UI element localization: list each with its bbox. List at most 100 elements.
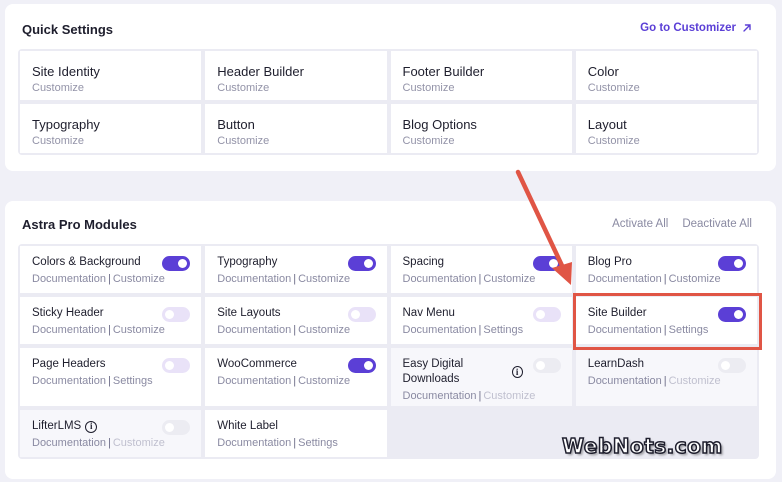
documentation-link[interactable]: Documentation	[588, 375, 662, 387]
quick-setting-button[interactable]: Button Customize	[205, 104, 387, 153]
pro-modules-grid: Colors & Background Documentation | Custom…	[18, 244, 759, 459]
module-toggle[interactable]	[532, 307, 561, 322]
module-title: Typography	[217, 256, 278, 268]
deactivate-all-button[interactable]: Deactivate All	[682, 218, 752, 230]
external-arrow-icon	[743, 24, 751, 32]
module-title: Site Layouts	[217, 307, 281, 319]
info-icon[interactable]: i	[511, 366, 523, 378]
quick-setting-site-identity[interactable]: Site Identity Customize	[20, 51, 202, 100]
customize-link[interactable]: Customize	[113, 324, 165, 336]
quick-setting-blog-options[interactable]: Blog Options Customize	[390, 104, 572, 153]
customize-link[interactable]: Customize	[298, 375, 350, 387]
module-toggle[interactable]	[718, 307, 746, 322]
quick-setting-typography[interactable]: Typography Customize	[20, 104, 202, 153]
link-separator: |	[108, 273, 111, 285]
toggle-knob	[548, 259, 558, 268]
quick-setting-title: Layout	[587, 117, 627, 132]
documentation-link[interactable]: Documentation	[217, 375, 291, 387]
pro-modules-title: Astra Pro Modules	[22, 217, 137, 232]
module-title-text: LifterLMS	[32, 420, 82, 432]
module-white-label: White Label Documentation | Settings	[205, 410, 387, 457]
module-blog-pro: Blog Pro Documentation | Customize	[575, 246, 757, 293]
quick-settings-title: Quick Settings	[22, 22, 114, 37]
customize-link: Customize	[668, 375, 721, 387]
customize-link[interactable]: Customize	[298, 324, 350, 336]
settings-link[interactable]: Settings	[298, 437, 338, 449]
documentation-link[interactable]: Documentation	[588, 324, 662, 336]
module-toggle[interactable]	[718, 256, 746, 271]
activate-all-button[interactable]: Activate All	[612, 218, 668, 230]
quick-setting-color[interactable]: Color Customize	[575, 51, 757, 100]
documentation-link[interactable]: Documentation	[32, 273, 106, 285]
quick-setting-customize: Customize	[587, 135, 640, 147]
toggle-knob	[165, 310, 175, 319]
quick-setting-customize: Customize	[217, 135, 270, 147]
go-to-customizer-link[interactable]: Go to Customizer	[640, 22, 752, 34]
documentation-link[interactable]: Documentation	[217, 324, 291, 336]
quick-settings-panel: Quick Settings Go to Customizer Site Ide…	[5, 4, 776, 171]
quick-setting-customize: Customize	[32, 135, 84, 147]
module-title: Page Headers	[32, 358, 106, 370]
quick-setting-title: Footer Builder	[402, 64, 485, 79]
module-title: LearnDash	[587, 358, 645, 370]
module-toggle[interactable]	[532, 256, 561, 271]
toggle-knob	[535, 310, 545, 319]
module-title: Blog Pro	[587, 256, 632, 268]
toggle-knob	[721, 361, 730, 370]
module-toggle[interactable]	[347, 307, 376, 322]
toggle-knob	[178, 259, 188, 268]
toggle-knob	[734, 310, 743, 319]
quick-settings-grid: Site Identity Customize Header Builder C…	[18, 49, 759, 155]
settings-link[interactable]: Settings	[113, 375, 153, 387]
module-toggle[interactable]	[162, 256, 191, 271]
documentation-link[interactable]: Documentation	[403, 390, 477, 402]
documentation-link[interactable]: Documentation	[32, 375, 106, 387]
module-spacing: Spacing Documentation | Customize	[390, 246, 572, 293]
link-separator: |	[663, 273, 667, 285]
quick-setting-customize: Customize	[402, 135, 455, 147]
customize-link[interactable]: Customize	[669, 273, 721, 285]
module-toggle[interactable]	[162, 307, 191, 322]
module-toggle[interactable]	[347, 358, 376, 373]
toggle-knob	[535, 361, 545, 370]
module-toggle	[162, 420, 191, 435]
quick-setting-header-builder[interactable]: Header Builder Customize	[205, 51, 387, 100]
quick-setting-layout[interactable]: Layout Customize	[575, 104, 757, 153]
customize-link[interactable]: Customize	[298, 273, 350, 285]
link-separator: |	[663, 375, 667, 387]
link-separator: |	[108, 375, 111, 387]
quick-setting-title: Site Identity	[32, 64, 100, 79]
go-to-customizer-label: Go to Customizer	[640, 22, 736, 34]
customize-link[interactable]: Customize	[113, 273, 165, 285]
toggle-knob	[734, 259, 743, 268]
settings-link[interactable]: Settings	[669, 324, 709, 336]
quick-setting-footer-builder[interactable]: Footer Builder Customize	[390, 51, 572, 100]
settings-link[interactable]: Settings	[483, 324, 523, 336]
info-icon[interactable]: i	[85, 420, 98, 433]
customize-link[interactable]: Customize	[483, 273, 535, 285]
module-title-text: Easy Digital Downloads	[402, 358, 464, 385]
documentation-link[interactable]: Documentation	[217, 437, 291, 449]
module-title: White Label	[217, 420, 278, 432]
documentation-link[interactable]: Documentation	[403, 273, 477, 285]
module-lifterlms: LifterLMS i Documentation | Customize	[20, 410, 202, 457]
module-site-layouts: Site Layouts Documentation | Customize	[205, 297, 387, 344]
documentation-link[interactable]: Documentation	[217, 273, 291, 285]
documentation-link[interactable]: Documentation	[32, 324, 106, 336]
link-separator: |	[663, 324, 667, 336]
module-easy-digital-downloads: Easy Digital Downloads i Documentation | C…	[390, 348, 572, 406]
module-page-headers: Page Headers Documentation | Settings	[20, 348, 202, 406]
documentation-link[interactable]: Documentation	[403, 324, 477, 336]
quick-setting-title: Header Builder	[217, 64, 304, 79]
quick-setting-title: Button	[217, 117, 255, 132]
documentation-link[interactable]: Documentation	[588, 273, 662, 285]
bulk-actions: Activate All Deactivate All	[612, 218, 752, 230]
quick-setting-customize: Customize	[402, 82, 455, 94]
empty-cell	[390, 410, 572, 457]
module-toggle[interactable]	[162, 358, 191, 373]
module-title: LifterLMS i	[32, 419, 152, 434]
documentation-link[interactable]: Documentation	[32, 437, 106, 449]
module-toggle[interactable]	[347, 256, 376, 271]
quick-setting-title: Blog Options	[402, 117, 477, 132]
module-title: Colors & Background	[32, 256, 141, 268]
